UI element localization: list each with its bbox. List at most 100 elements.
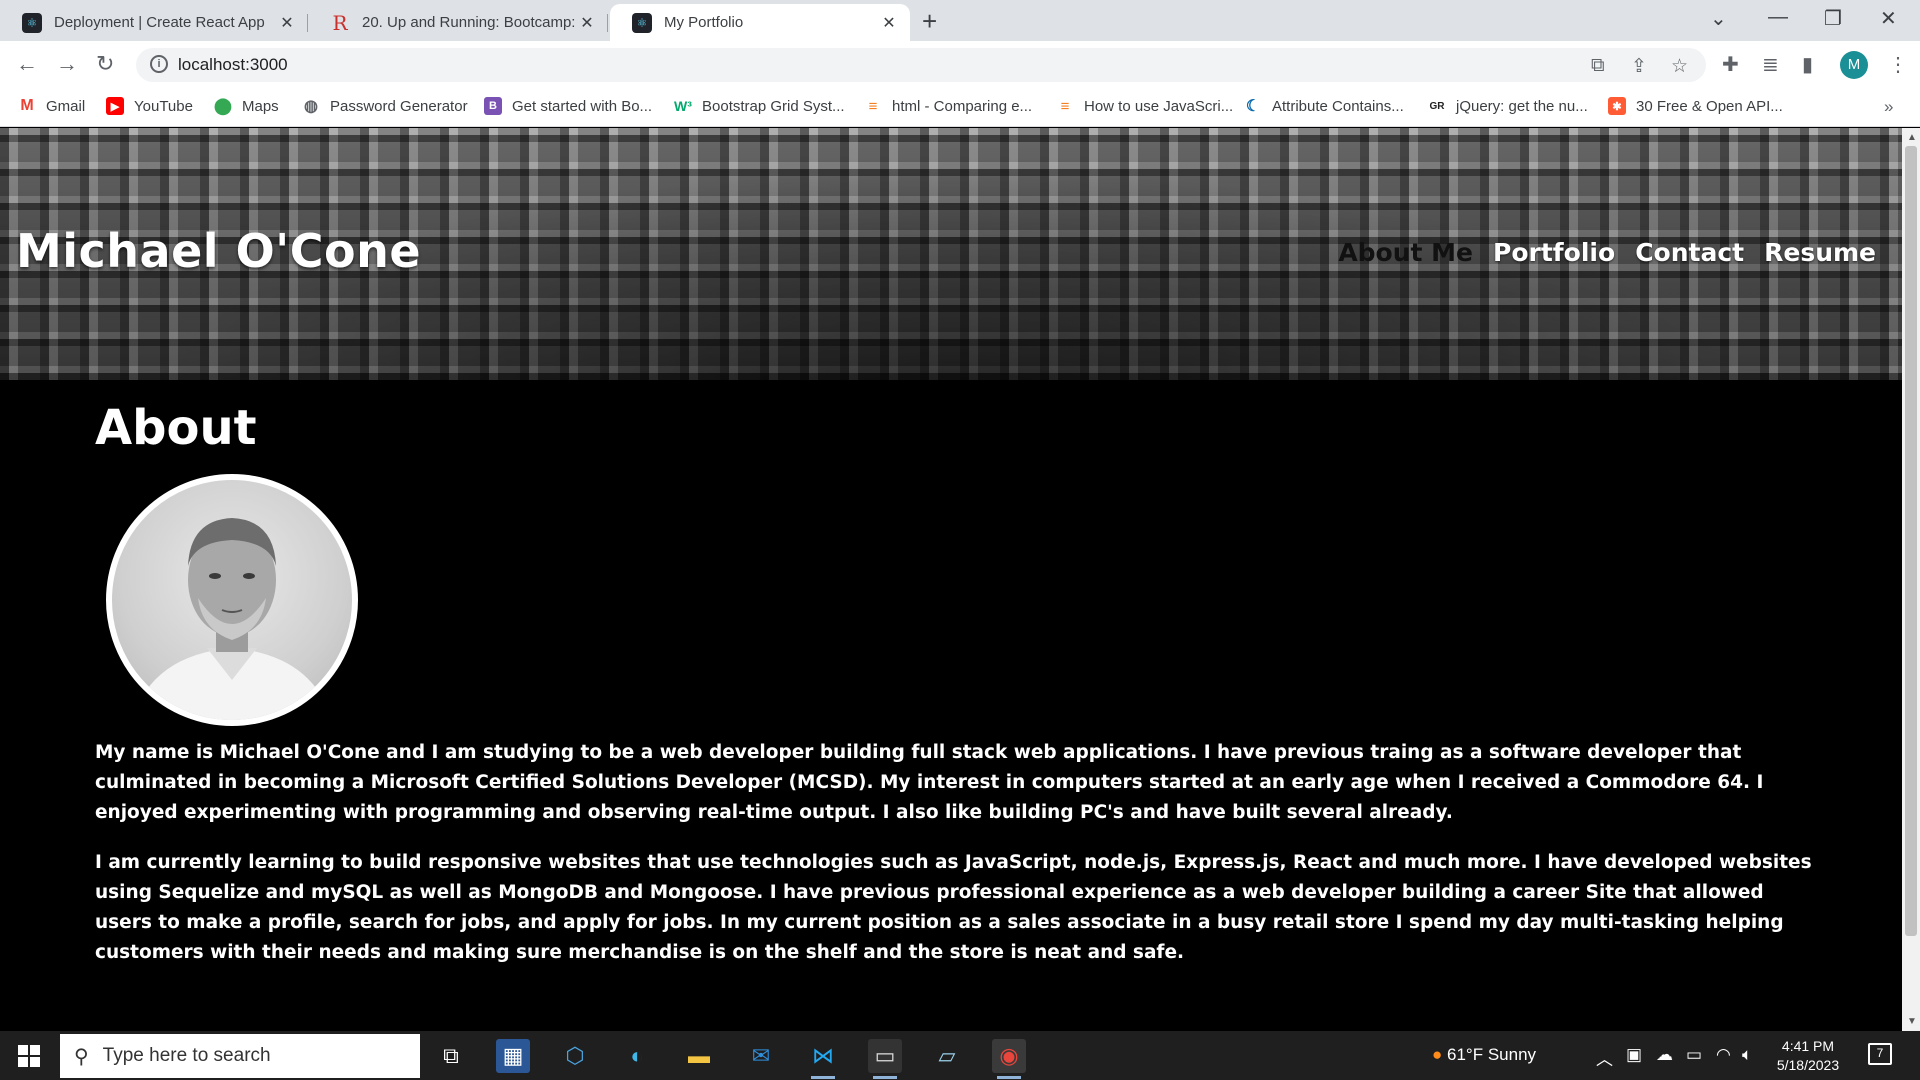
bookmark-gmail[interactable]: M Gmail (18, 97, 85, 115)
bookmark-label: Attribute Contains... (1272, 97, 1404, 115)
close-icon[interactable]: ✕ (576, 13, 598, 33)
close-icon[interactable]: ✕ (878, 13, 900, 33)
close-window-button[interactable]: ✕ (1880, 6, 1897, 31)
extensions-icon[interactable]: ✚ (1722, 52, 1739, 77)
forward-icon[interactable]: → (56, 51, 78, 77)
tab-search-icon[interactable]: ⌄ (1710, 6, 1727, 31)
maps-icon: ⬤ (214, 98, 232, 115)
bookmark-label: Password Generator (330, 97, 468, 115)
file-explorer-icon[interactable]: ▬ (682, 1039, 716, 1073)
jquery-icon: ☾ (1245, 98, 1261, 115)
share-icon[interactable]: ⇪ (1631, 55, 1647, 78)
bookmark-free-apis[interactable]: ✱ 30 Free & Open API... (1608, 97, 1783, 115)
clock-time: 4:41 PM (1781, 1038, 1835, 1054)
scroll-up-icon[interactable]: ▲ (1907, 132, 1917, 143)
side-panel-icon[interactable]: ▮ (1802, 52, 1813, 77)
search-icon: ⚲ (74, 1045, 89, 1068)
tab-bootcamp[interactable]: R 20. Up and Running: Bootcamp: F ✕ (308, 4, 608, 41)
chrome-icon[interactable]: ◉ (992, 1039, 1026, 1079)
w3-icon: W³ (674, 98, 692, 114)
profile-photo (106, 474, 358, 726)
tab-strip: ⚛ Deployment | Create React App ✕ R 20. … (0, 0, 1920, 41)
bookmark-html-comparing[interactable]: ≡ html - Comparing e... (864, 97, 1032, 115)
scrollbar-thumb[interactable] (1905, 146, 1917, 936)
bookmark-bootstrap[interactable]: B Get started with Bo... (484, 97, 652, 115)
scroll-down-icon[interactable]: ▼ (1907, 1016, 1917, 1027)
hubspot-icon: ✱ (1608, 97, 1626, 115)
about-paragraph-1: My name is Michael O'Cone and I am study… (95, 742, 1764, 823)
app-cube-icon[interactable]: ⬡ (558, 1039, 592, 1073)
globe-icon: ◍ (304, 98, 318, 115)
notepad-icon[interactable]: ▱ (930, 1039, 964, 1073)
sun-icon: ● (1432, 1045, 1443, 1064)
back-icon[interactable]: ← (16, 51, 38, 77)
address-bar[interactable]: i localhost:3000 ⧉ ⇪ ☆ (136, 48, 1706, 82)
bookmark-label: Gmail (46, 97, 86, 115)
tab-title: Deployment | Create React App (54, 14, 265, 31)
bookmark-label: Maps (242, 97, 279, 115)
stackoverflow-icon: ≡ (868, 97, 878, 115)
bookmark-label: html - Comparing e... (892, 97, 1033, 115)
react-icon: ⚛ (22, 12, 42, 33)
bookmark-attribute-contains[interactable]: ☾ Attribute Contains... (1244, 97, 1404, 116)
open-in-new-icon[interactable]: ⧉ (1591, 55, 1605, 77)
wifi-icon[interactable]: ◠ (1716, 1045, 1731, 1065)
tab-title: My Portfolio (664, 14, 744, 31)
page-scrollbar[interactable]: ▲ ▼ (1902, 128, 1920, 1031)
bookmark-label: jQuery: get the nu... (1456, 97, 1588, 115)
r-icon: R (332, 10, 348, 35)
bookmark-label: Get started with Bo... (512, 97, 653, 115)
bookmark-bootstrap-grid[interactable]: W³ Bootstrap Grid Syst... (674, 97, 845, 115)
nav-resume[interactable]: Resume (1764, 238, 1876, 267)
bookmark-youtube[interactable]: ▶ YouTube (106, 97, 193, 115)
meet-now-icon[interactable]: ▣ (1626, 1045, 1642, 1065)
nav-contact[interactable]: Contact (1635, 238, 1744, 267)
system-clock[interactable]: 4:41 PM 5/18/2023 (1760, 1037, 1856, 1075)
notifications-icon[interactable]: 7 (1868, 1043, 1892, 1065)
media-control-icon[interactable]: ≣ (1762, 52, 1779, 77)
menu-icon[interactable]: ⋮ (1888, 52, 1908, 77)
new-tab-button[interactable]: + (922, 6, 937, 37)
page-viewport: Michael O'Cone About Me Portfolio Contac… (0, 128, 1902, 1031)
bookmark-label: 30 Free & Open API... (1636, 97, 1783, 115)
weather-widget[interactable]: ● 61°F Sunny (1432, 1045, 1536, 1065)
reload-icon[interactable]: ↻ (96, 51, 114, 77)
chevron-up-icon[interactable]: ︿ (1596, 1045, 1613, 1070)
bookmarks-bar: M Gmail ▶ YouTube ⬤ Maps ◍ Password Gene… (0, 89, 1920, 127)
bookmark-password-generator[interactable]: ◍ Password Generator (302, 97, 468, 116)
volume-icon[interactable]: 🔈︎ (1742, 1045, 1752, 1065)
minimize-button[interactable]: — (1768, 6, 1788, 29)
tab-title: 20. Up and Running: Bootcamp: F (362, 14, 576, 31)
tab-my-portfolio[interactable]: ⚛ My Portfolio ✕ (610, 4, 910, 41)
vscode-icon[interactable]: ⋈ (806, 1039, 840, 1079)
bookmark-label: YouTube (134, 97, 193, 115)
url-text: localhost:3000 (178, 55, 288, 74)
site-name: Michael O'Cone (16, 224, 422, 278)
onedrive-icon[interactable]: ☁ (1656, 1045, 1673, 1065)
gmail-icon: M (20, 97, 34, 114)
bookmark-jquery[interactable]: GR jQuery: get the nu... (1428, 97, 1588, 115)
nav-portfolio[interactable]: Portfolio (1493, 238, 1615, 267)
task-view-icon[interactable]: ⧉ (434, 1039, 468, 1073)
terminal-icon[interactable]: ▭ (868, 1039, 902, 1079)
edge-icon[interactable]: ◐ (620, 1039, 654, 1073)
profile-avatar[interactable]: M (1840, 51, 1868, 79)
restore-button[interactable]: ❐ (1824, 6, 1842, 31)
site-info-icon[interactable]: i (150, 55, 168, 73)
bookmark-how-to-use-js[interactable]: ≡ How to use JavaScri... (1056, 97, 1234, 115)
nav-about-me[interactable]: About Me (1338, 238, 1473, 267)
close-icon[interactable]: ✕ (276, 13, 298, 33)
search-placeholder: Type here to search (102, 1045, 271, 1066)
tab-deployment[interactable]: ⚛ Deployment | Create React App ✕ (0, 4, 308, 41)
gr-icon: GR (1429, 100, 1445, 112)
about-paragraph-2: I am currently learning to build respons… (95, 852, 1812, 963)
chevron-double-right-icon[interactable]: » (1884, 97, 1893, 117)
battery-icon[interactable]: ▭ (1686, 1045, 1702, 1065)
taskbar-search-box[interactable]: ⚲ Type here to search (60, 1034, 420, 1078)
bookmark-maps[interactable]: ⬤ Maps (214, 97, 279, 116)
windows-start-icon[interactable] (18, 1045, 40, 1067)
microsoft-store-icon[interactable]: ▦ (496, 1039, 530, 1073)
clock-date: 5/18/2023 (1776, 1057, 1840, 1073)
bookmark-star-icon[interactable]: ☆ (1671, 55, 1688, 78)
mail-icon[interactable]: ✉ (744, 1039, 778, 1073)
